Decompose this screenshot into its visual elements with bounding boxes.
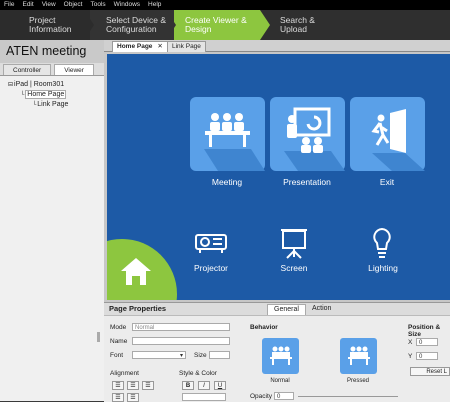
left-tabs: Controller Viewer	[0, 63, 104, 76]
pressed-label: Pressed	[346, 378, 369, 384]
meeting-icon	[270, 346, 292, 365]
exit-tile[interactable]	[350, 97, 425, 171]
tree-item-label: Link Page	[37, 101, 69, 108]
close-icon[interactable]: ✕	[157, 43, 162, 50]
wizard-step-create-viewer[interactable]: Create Viewer & Design	[166, 10, 260, 40]
wizard-step-search-upload[interactable]: Search & Upload	[258, 10, 450, 40]
tab-controller[interactable]: Controller	[3, 64, 52, 75]
menu-windows[interactable]: Windows	[110, 0, 144, 10]
lighting-label: Lighting	[368, 263, 398, 273]
align-center-button[interactable]: ☰	[127, 381, 139, 390]
menu-help[interactable]: Help	[144, 0, 165, 10]
screen-label: Screen	[280, 263, 308, 273]
y-label: Y	[408, 353, 413, 360]
bold-button[interactable]: B	[182, 381, 194, 390]
step-arrow	[166, 10, 176, 40]
projector-label: Projector	[193, 263, 228, 273]
screen-icon[interactable]	[279, 227, 309, 259]
app-title: ATEN meeting	[0, 40, 104, 63]
step-line2: Configuration	[106, 24, 157, 34]
properties-title: Page Properties	[109, 304, 167, 313]
font-select[interactable]: ▾	[132, 351, 186, 359]
step-line2: Upload	[280, 24, 307, 34]
properties-header: Page Properties General Action	[104, 303, 450, 316]
meeting-icon	[348, 346, 370, 365]
tab-action[interactable]: Action	[306, 304, 337, 314]
lightbulb-icon[interactable]	[371, 227, 393, 261]
tab-viewer[interactable]: Viewer	[54, 64, 94, 75]
wizard-step-select-device[interactable]: Select Device & Configuration	[84, 10, 174, 40]
step-line2: Information	[29, 24, 72, 34]
doc-tab-label: Home Page	[117, 43, 153, 50]
color-picker[interactable]	[182, 393, 226, 401]
opacity-label: Opacity	[250, 393, 273, 400]
name-field[interactable]	[132, 337, 230, 345]
menu-file[interactable]: File	[0, 0, 18, 10]
menu-bar: File Edit View Object Tools Windows Help	[0, 0, 450, 10]
home-icon[interactable]	[121, 256, 151, 286]
menu-edit[interactable]: Edit	[18, 0, 37, 10]
alignment-label: Alignment	[110, 370, 139, 377]
menu-object[interactable]: Object	[60, 0, 87, 10]
design-canvas[interactable]: Meeting Presentation Exit Projector Scre…	[104, 52, 450, 302]
x-field[interactable]: 0	[416, 338, 438, 346]
tree-item-link-page[interactable]: └Link Page	[4, 100, 104, 110]
tree-item-home-page[interactable]: └ Home Page	[4, 90, 104, 100]
projector-icon[interactable]	[193, 227, 229, 255]
align-right-button[interactable]: ☰	[142, 381, 154, 390]
meeting-tile[interactable]	[190, 97, 265, 171]
page-tree: ⊟iPad | Room301 └ Home Page └Link Page	[0, 76, 104, 110]
name-label: Name	[110, 338, 128, 345]
behavior-label: Behavior	[250, 324, 278, 331]
ipad-screen[interactable]: Meeting Presentation Exit Projector Scre…	[107, 54, 450, 300]
meeting-icon	[204, 113, 265, 171]
italic-button[interactable]: I	[198, 381, 210, 390]
presentation-label: Presentation	[283, 177, 331, 187]
menu-view[interactable]: View	[38, 0, 60, 10]
exit-label: Exit	[379, 177, 395, 187]
page-properties-panel: Page Properties General Action Mode Norm…	[104, 302, 450, 402]
menu-tools[interactable]: Tools	[86, 0, 109, 10]
wizard-step-project-info[interactable]: Project Information	[0, 10, 90, 40]
size-field[interactable]	[209, 351, 230, 359]
pressed-state-tile[interactable]	[340, 338, 377, 374]
presentation-tile[interactable]	[270, 97, 345, 171]
mode-select[interactable]: Normal	[132, 323, 230, 331]
step-arrow	[260, 10, 270, 40]
font-label: Font	[110, 352, 124, 359]
tree-item-label: Home Page	[25, 90, 67, 99]
tree-line-icon: └	[32, 102, 37, 108]
opacity-slider[interactable]	[298, 396, 398, 397]
step-line2: Design	[185, 24, 212, 34]
collapse-icon[interactable]: ⊟	[8, 82, 13, 88]
left-panel: ATEN meeting Controller Viewer ⊟iPad | R…	[0, 40, 105, 401]
wizard-steps: Search & Upload Create Viewer & Design Sel…	[0, 10, 450, 40]
tree-root-label: iPad | Room301	[14, 81, 65, 88]
position-size-label: Position & Size	[408, 324, 441, 338]
normal-state-tile[interactable]	[262, 338, 299, 374]
y-field[interactable]: 0	[416, 352, 438, 360]
x-label: X	[408, 339, 413, 346]
tab-general[interactable]: General	[267, 304, 306, 315]
style-color-label: Style & Color	[179, 370, 217, 377]
reset-layout-button[interactable]: Reset L	[410, 367, 450, 376]
mode-label: Mode	[110, 324, 127, 331]
doc-tab-home-page[interactable]: Home Page ✕	[112, 41, 168, 52]
tree-line-icon: └	[20, 92, 25, 98]
meeting-label: Meeting	[211, 177, 243, 187]
align-left-button[interactable]: ☰	[112, 381, 124, 390]
document-tabs: Home Page ✕ Link Page	[104, 40, 450, 52]
tree-root[interactable]: ⊟iPad | Room301	[4, 80, 104, 90]
exit-icon	[371, 109, 425, 171]
normal-label: Normal	[270, 378, 290, 384]
chevron-down-icon: ▾	[179, 353, 183, 359]
opacity-field[interactable]: 0	[274, 392, 294, 400]
step-arrow	[84, 10, 94, 40]
presentation-icon	[284, 107, 345, 171]
size-label: Size	[194, 352, 207, 359]
doc-tab-label: Link Page	[172, 43, 201, 50]
doc-tab-link-page[interactable]: Link Page	[167, 41, 206, 52]
panel-splitter[interactable]	[97, 332, 100, 342]
underline-button[interactable]: U	[214, 381, 226, 390]
